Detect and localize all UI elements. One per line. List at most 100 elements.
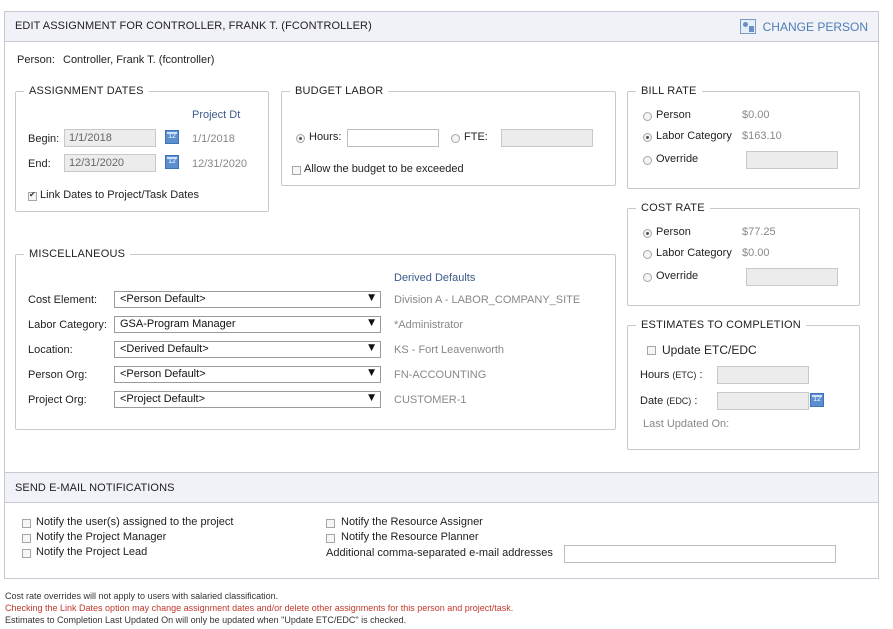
bill-person-radio[interactable] bbox=[643, 112, 652, 121]
notify-users-checkbox[interactable] bbox=[22, 519, 31, 528]
dropdown-arrow-icon: ▼ bbox=[368, 293, 375, 303]
additional-emails-input[interactable] bbox=[564, 545, 836, 563]
labor-category-select[interactable]: GSA-Program Manager ▼ bbox=[114, 316, 381, 333]
cost-labor-category-label: Labor Category bbox=[656, 247, 732, 259]
etc-hours-abbr: (ETC) bbox=[672, 370, 697, 380]
etc-date-colon: : bbox=[694, 395, 698, 407]
change-person-button[interactable]: CHANGE PERSON bbox=[739, 19, 868, 34]
cost-person-label: Person bbox=[656, 226, 691, 238]
etc-hours-text: Hours bbox=[640, 369, 670, 381]
derived-defaults-label: Derived Defaults bbox=[394, 272, 476, 284]
begin-calendar-icon[interactable]: 12 bbox=[165, 130, 179, 144]
bill-labor-category-value: $163.10 bbox=[742, 130, 782, 142]
etc-hours-input[interactable] bbox=[717, 366, 809, 384]
cost-override-label: Override bbox=[656, 270, 699, 282]
link-dates-checkbox[interactable] bbox=[28, 190, 37, 201]
notify-project-lead-checkbox[interactable] bbox=[22, 549, 31, 558]
notify-resource-assigner-label: Notify the Resource Assigner bbox=[341, 516, 483, 528]
allow-exceed-label: Allow the budget to be exceeded bbox=[304, 163, 464, 175]
etc-hours-label: Hours (ETC) : bbox=[640, 369, 703, 381]
cost-element-select[interactable]: <Person Default> ▼ bbox=[114, 291, 381, 308]
bill-override-input[interactable] bbox=[746, 151, 838, 169]
begin-label: Begin: bbox=[28, 133, 60, 145]
project-org-value: <Project Default> bbox=[120, 393, 205, 405]
location-value: <Derived Default> bbox=[120, 343, 209, 355]
end-calendar-icon[interactable]: 12 bbox=[165, 155, 179, 169]
change-person-icon bbox=[739, 19, 756, 34]
hours-radio[interactable] bbox=[296, 134, 305, 143]
fte-radio[interactable] bbox=[451, 134, 460, 143]
cost-element-label: Cost Element: bbox=[28, 294, 98, 306]
etc-calendar-icon[interactable]: 12 bbox=[810, 393, 824, 407]
link-dates-label: Link Dates to Project/Task Dates bbox=[40, 189, 199, 201]
assignment-dates-legend: ASSIGNMENT DATES bbox=[24, 85, 149, 97]
panel-header: EDIT ASSIGNMENT FOR CONTROLLER, FRANK T.… bbox=[5, 12, 878, 42]
begin-project-dt: 1/1/2018 bbox=[192, 133, 235, 145]
person-label: Person: bbox=[17, 54, 55, 66]
etc-legend: ESTIMATES TO COMPLETION bbox=[636, 319, 806, 331]
project-dt-label: Project Dt bbox=[192, 109, 241, 121]
page-title: EDIT ASSIGNMENT FOR CONTROLLER, FRANK T.… bbox=[15, 20, 372, 32]
additional-emails-label: Additional comma-separated e-mail addres… bbox=[326, 547, 553, 559]
dropdown-arrow-icon: ▼ bbox=[368, 368, 375, 378]
labor-category-derived: *Administrator bbox=[394, 319, 464, 331]
bill-override-radio[interactable] bbox=[643, 156, 652, 165]
bill-override-label: Override bbox=[656, 153, 699, 165]
etc-date-label: Date (EDC) : bbox=[640, 395, 697, 407]
bill-labor-category-radio[interactable] bbox=[643, 133, 652, 142]
cost-override-input[interactable] bbox=[746, 268, 838, 286]
person-org-value: <Person Default> bbox=[120, 368, 206, 380]
hours-input[interactable] bbox=[347, 129, 439, 147]
notify-resource-planner-label: Notify the Resource Planner bbox=[341, 531, 479, 543]
dropdown-arrow-icon: ▼ bbox=[368, 318, 375, 328]
project-org-derived: CUSTOMER-1 bbox=[394, 394, 467, 406]
bill-person-label: Person bbox=[656, 109, 691, 121]
cost-person-value: $77.25 bbox=[742, 226, 776, 238]
notifications-header: SEND E-MAIL NOTIFICATIONS bbox=[5, 472, 878, 503]
person-org-derived: FN-ACCOUNTING bbox=[394, 369, 487, 381]
bill-person-value: $0.00 bbox=[742, 109, 770, 121]
notify-users-label: Notify the user(s) assigned to the proje… bbox=[36, 516, 234, 528]
cost-labor-category-value: $0.00 bbox=[742, 247, 770, 259]
end-date-input[interactable]: 12/31/2020 bbox=[64, 154, 156, 172]
notify-project-lead-label: Notify the Project Lead bbox=[36, 546, 148, 558]
miscellaneous-legend: MISCELLANEOUS bbox=[24, 248, 131, 260]
project-org-select[interactable]: <Project Default> ▼ bbox=[114, 391, 381, 408]
fte-input[interactable] bbox=[501, 129, 593, 147]
cost-labor-category-radio[interactable] bbox=[643, 250, 652, 259]
location-label: Location: bbox=[28, 344, 73, 356]
allow-exceed-checkbox[interactable] bbox=[292, 166, 301, 175]
person-org-label: Person Org: bbox=[28, 369, 88, 381]
cost-rate-legend: COST RATE bbox=[636, 202, 710, 214]
notifications-title: SEND E-MAIL NOTIFICATIONS bbox=[15, 482, 175, 494]
cost-person-radio[interactable] bbox=[643, 229, 652, 238]
notify-resource-planner-checkbox[interactable] bbox=[326, 534, 335, 543]
notify-project-manager-checkbox[interactable] bbox=[22, 534, 31, 543]
cost-override-radio[interactable] bbox=[643, 273, 652, 282]
person-value: Controller, Frank T. (fcontroller) bbox=[63, 54, 215, 66]
etc-hours-colon: : bbox=[699, 369, 703, 381]
etc-date-input[interactable] bbox=[717, 392, 809, 410]
location-select[interactable]: <Derived Default> ▼ bbox=[114, 341, 381, 358]
bill-labor-category-label: Labor Category bbox=[656, 130, 732, 142]
footnote-etc: Estimates to Completion Last Updated On … bbox=[5, 615, 407, 625]
cost-element-derived: Division A - LABOR_COMPANY_SITE bbox=[394, 294, 581, 306]
dropdown-arrow-icon: ▼ bbox=[368, 343, 375, 353]
labor-category-label: Labor Category: bbox=[28, 319, 107, 331]
notify-resource-assigner-checkbox[interactable] bbox=[326, 519, 335, 528]
project-org-label: Project Org: bbox=[28, 394, 87, 406]
dropdown-arrow-icon: ▼ bbox=[368, 393, 375, 403]
budget-labor-legend: BUDGET LABOR bbox=[290, 85, 389, 97]
person-org-select[interactable]: <Person Default> ▼ bbox=[114, 366, 381, 383]
footnote-link-dates-warning: Checking the Link Dates option may chang… bbox=[5, 603, 514, 613]
notify-project-manager-label: Notify the Project Manager bbox=[36, 531, 167, 543]
cost-element-value: <Person Default> bbox=[120, 293, 206, 305]
update-etc-label: Update ETC/EDC bbox=[662, 343, 757, 357]
begin-date-input[interactable]: 1/1/2018 bbox=[64, 129, 156, 147]
last-updated-label: Last Updated On: bbox=[643, 418, 730, 430]
hours-label: Hours: bbox=[309, 131, 342, 143]
update-etc-checkbox[interactable] bbox=[647, 346, 656, 355]
labor-category-value: GSA-Program Manager bbox=[120, 318, 236, 330]
bill-rate-legend: BILL RATE bbox=[636, 85, 702, 97]
change-person-label: CHANGE PERSON bbox=[762, 19, 868, 34]
